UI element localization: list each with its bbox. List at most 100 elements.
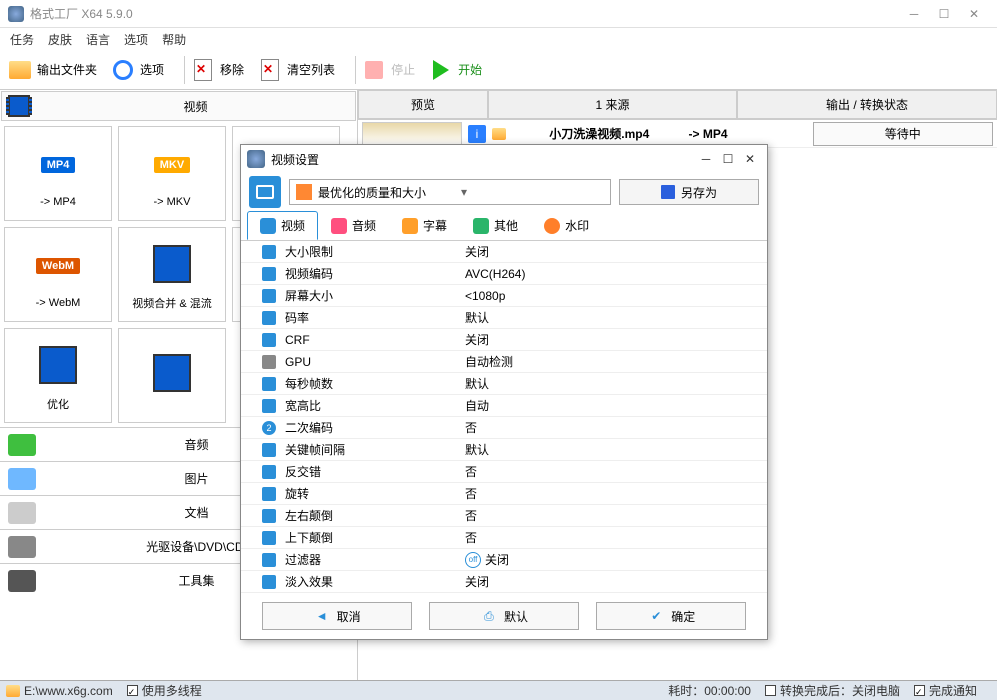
ok-button[interactable]: ✔确定 <box>596 602 746 630</box>
setting-icon <box>261 376 277 392</box>
setting-row[interactable]: GPU自动检测 <box>241 351 767 373</box>
clear-list-button[interactable]: 清空列表 <box>258 58 335 82</box>
clear-icon <box>258 58 282 82</box>
output-path-label: E:\www.x6g.com <box>24 684 113 698</box>
setting-value[interactable]: 默认 <box>461 375 767 392</box>
setting-value[interactable]: 默认 <box>461 309 767 326</box>
video-header-label: 视频 <box>36 98 355 115</box>
setting-value[interactable]: off 关闭 <box>461 551 767 568</box>
setting-row[interactable]: CRF关闭 <box>241 329 767 351</box>
menu-language[interactable]: 语言 <box>86 31 110 48</box>
save-as-button[interactable]: 另存为 <box>619 179 759 205</box>
setting-row[interactable]: 大小限制关闭 <box>241 241 767 263</box>
stop-button[interactable]: 停止 <box>362 58 415 82</box>
start-button[interactable]: 开始 <box>429 58 482 82</box>
setting-row[interactable]: 2二次编码否 <box>241 417 767 439</box>
tab-label: 水印 <box>565 217 589 234</box>
tile-label: 优化 <box>47 396 69 412</box>
subtitle-icon <box>402 218 418 234</box>
col-source[interactable]: 1 来源 <box>488 90 737 119</box>
setting-value[interactable]: AVC(H264) <box>461 267 767 281</box>
preview-thumb <box>362 122 462 146</box>
setting-row[interactable]: 每秒帧数默认 <box>241 373 767 395</box>
setting-row[interactable]: 左右颠倒否 <box>241 505 767 527</box>
tab-other[interactable]: 其他 <box>460 211 531 240</box>
cancel-button[interactable]: ◄取消 <box>262 602 412 630</box>
notify-checkbox[interactable]: 完成通知 <box>914 682 977 699</box>
setting-value[interactable]: 自动检测 <box>461 353 767 370</box>
setting-row[interactable]: 旋转否 <box>241 483 767 505</box>
setting-row[interactable]: 关键帧间隔默认 <box>241 439 767 461</box>
col-output[interactable]: 输出 / 转换状态 <box>737 90 997 119</box>
setting-row[interactable]: 码率默认 <box>241 307 767 329</box>
dialog-icon <box>247 150 265 168</box>
format-tile[interactable] <box>118 328 226 423</box>
category-icon <box>8 570 36 592</box>
folder-icon <box>6 685 20 697</box>
tab-audio[interactable]: 音频 <box>318 211 389 240</box>
watermark-icon <box>544 218 560 234</box>
setting-value[interactable]: 否 <box>461 485 767 502</box>
setting-value[interactable]: 否 <box>461 419 767 436</box>
audio-icon <box>331 218 347 234</box>
tab-watermark[interactable]: 水印 <box>531 211 602 240</box>
window-close-button[interactable]: ✕ <box>959 4 989 24</box>
setting-value[interactable]: 否 <box>461 529 767 546</box>
preset-select[interactable]: 最优化的质量和大小 ▾ <box>289 179 611 205</box>
format-tile[interactable]: 优化 <box>4 328 112 423</box>
default-button[interactable]: ⎙默认 <box>429 602 579 630</box>
setting-row[interactable]: 过滤器 off 关闭 <box>241 549 767 571</box>
multithread-checkbox[interactable]: 使用多线程 <box>127 682 202 699</box>
open-folder-icon[interactable] <box>490 125 508 143</box>
preset-label: 最优化的质量和大小 <box>318 184 461 201</box>
preset-row: 最优化的质量和大小 ▾ 另存为 <box>241 173 767 211</box>
setting-key: 过滤器 <box>285 551 321 568</box>
menu-tasks[interactable]: 任务 <box>10 31 34 48</box>
menu-options[interactable]: 选项 <box>124 31 148 48</box>
menu-skin[interactable]: 皮肤 <box>48 31 72 48</box>
format-tile[interactable]: MKV-> MKV <box>118 126 226 221</box>
setting-key: 视频编码 <box>285 265 333 282</box>
remove-button[interactable]: 移除 <box>191 58 244 82</box>
format-tile[interactable]: WebM-> WebM <box>4 227 112 322</box>
tab-subtitle[interactable]: 字幕 <box>389 211 460 240</box>
col-preview[interactable]: 预览 <box>358 90 488 119</box>
after-convert-checkbox[interactable]: 转换完成后：关闭电脑 <box>765 682 900 699</box>
options-button[interactable]: 选项 <box>111 58 164 82</box>
window-maximize-button[interactable]: ☐ <box>929 4 959 24</box>
setting-value[interactable]: 默认 <box>461 441 767 458</box>
setting-icon <box>261 354 277 370</box>
dialog-maximize-button[interactable]: ☐ <box>717 150 739 168</box>
setting-value[interactable]: <1080p <box>461 289 767 303</box>
task-list-header: 预览 1 来源 输出 / 转换状态 <box>358 90 997 120</box>
setting-row[interactable]: 淡入效果关闭 <box>241 571 767 593</box>
tab-label: 视频 <box>281 217 305 234</box>
app-icon <box>8 6 24 22</box>
setting-value[interactable]: 自动 <box>461 397 767 414</box>
setting-value[interactable]: 否 <box>461 463 767 480</box>
check-icon: ✔ <box>647 607 665 625</box>
format-tile[interactable]: 视频合并 & 混流 <box>118 227 226 322</box>
output-path-button[interactable]: E:\www.x6g.com <box>6 684 113 698</box>
dialog-title: 视频设置 <box>271 151 695 168</box>
info-icon[interactable]: i <box>468 125 486 143</box>
output-folder-button[interactable]: 输出文件夹 <box>8 58 97 82</box>
setting-row[interactable]: 上下颠倒 否 <box>241 527 767 549</box>
dialog-close-button[interactable]: ✕ <box>739 150 761 168</box>
dialog-minimize-button[interactable]: ─ <box>695 150 717 168</box>
setting-key: 上下颠倒 <box>285 529 333 546</box>
setting-row[interactable]: 屏幕大小<1080p <box>241 285 767 307</box>
format-tile[interactable]: MP4-> MP4 <box>4 126 112 221</box>
setting-value[interactable]: 关闭 <box>461 573 767 590</box>
setting-value[interactable]: 关闭 <box>461 243 767 260</box>
tab-label: 其他 <box>494 217 518 234</box>
menu-help[interactable]: 帮助 <box>162 31 186 48</box>
window-minimize-button[interactable]: ─ <box>899 4 929 24</box>
tab-video[interactable]: 视频 <box>247 211 318 240</box>
setting-value[interactable]: 否 <box>461 507 767 524</box>
setting-row[interactable]: 宽高比自动 <box>241 395 767 417</box>
setting-value[interactable]: 关闭 <box>461 331 767 348</box>
video-category-header[interactable]: 视频 <box>1 91 356 121</box>
setting-row[interactable]: 视频编码 AVC(H264) <box>241 263 767 285</box>
setting-row[interactable]: 反交错否 <box>241 461 767 483</box>
